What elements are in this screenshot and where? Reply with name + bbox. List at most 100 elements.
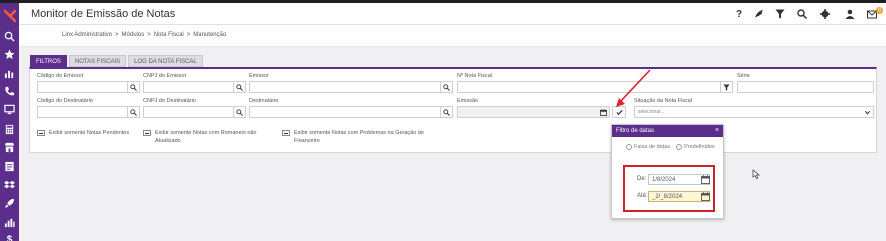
- dollar-icon[interactable]: $: [3, 232, 16, 241]
- situacao-select[interactable]: selecionar...: [634, 106, 874, 118]
- dropbox-icon[interactable]: [3, 179, 16, 192]
- search-icon[interactable]: [3, 30, 16, 43]
- search-icon: [130, 108, 137, 116]
- tab-bar: FILTROS NOTAS FISCAIS LOG DA NOTA FISCAL: [30, 55, 203, 67]
- emissao-input[interactable]: [457, 106, 610, 118]
- checkbox[interactable]: [282, 130, 290, 136]
- radio-label: Faixa de datas: [634, 144, 671, 150]
- codigo-destinatario-input[interactable]: [37, 106, 140, 118]
- filter-icon: [723, 83, 730, 91]
- star-icon[interactable]: [3, 48, 16, 61]
- mouse-cursor-icon: [752, 169, 760, 179]
- label-codigo-emissor: Código do Emissor: [37, 73, 84, 79]
- linx-logo-icon[interactable]: [3, 9, 17, 23]
- breadcrumb-item[interactable]: Nota Fiscal: [154, 32, 184, 38]
- search-icon: [130, 83, 137, 91]
- label-emissao: Emissão: [457, 98, 479, 104]
- calculator-icon[interactable]: [3, 123, 16, 136]
- label-destinatario: Destinatário: [249, 98, 279, 104]
- calendar-button[interactable]: [597, 107, 609, 117]
- radio-button[interactable]: [676, 144, 683, 150]
- breadcrumb-separator: >: [147, 32, 151, 38]
- check-problemas-financeiro[interactable]: Exibir somente Notas com Problemas na Ge…: [282, 129, 432, 145]
- serie-input[interactable]: [737, 81, 874, 93]
- search-button[interactable]: [233, 82, 245, 92]
- chevron-down-icon[interactable]: [861, 107, 873, 117]
- radio-button[interactable]: [626, 144, 632, 150]
- situacao-placeholder: selecionar...: [638, 109, 665, 115]
- date-filter-popup: Filtro de datas × Faixa de datas Predefi…: [611, 124, 724, 219]
- help-icon[interactable]: ?: [733, 8, 745, 20]
- check-label: Exibir somente Notas Pendentes: [49, 130, 130, 136]
- search-button[interactable]: [440, 107, 452, 117]
- calendar-icon: [599, 108, 607, 116]
- store-icon[interactable]: [3, 141, 16, 154]
- page-title: Monitor de Emissão de Notas: [31, 8, 176, 20]
- breadcrumb-bar: Linx Administrativo > Módulos > Nota Fis…: [19, 25, 886, 47]
- bar-chart-icon[interactable]: [3, 216, 16, 229]
- cnpj-destinatario-input[interactable]: [143, 106, 246, 118]
- codigo-emissor-input[interactable]: [37, 81, 140, 93]
- search-icon: [443, 83, 450, 91]
- rocket-icon[interactable]: [3, 197, 16, 210]
- popup-title: Filtro de datas: [616, 128, 655, 134]
- date-mode-radios: Faixa de datas Predefinidos: [626, 144, 715, 150]
- tab-filtros[interactable]: FILTROS: [30, 55, 67, 67]
- document-icon[interactable]: [3, 160, 16, 173]
- notification-badge: 0: [876, 7, 883, 14]
- breadcrumb-item[interactable]: Módulos: [122, 32, 145, 38]
- radio-predefinidos[interactable]: Predefinidos: [676, 144, 715, 150]
- emissor-input[interactable]: [249, 81, 453, 93]
- app-window: $ Monitor de Emissão de Notas ? 0 Linx A…: [0, 0, 886, 241]
- radio-label: Predefinidos: [684, 144, 715, 150]
- checkbox[interactable]: [37, 130, 45, 136]
- breadcrumb-separator: >: [186, 32, 191, 38]
- svg-text:$: $: [7, 235, 13, 241]
- to-label: Até:: [637, 193, 648, 199]
- label-numero-nf: Nº Nota Fiscal: [457, 73, 493, 79]
- gear-icon[interactable]: [819, 8, 831, 20]
- breadcrumb: Linx Administrativo > Módulos > Nota Fis…: [62, 32, 226, 38]
- search-button[interactable]: [127, 82, 139, 92]
- radio-faixa-datas[interactable]: Faixa de datas: [626, 144, 670, 150]
- filter-icon[interactable]: [774, 8, 786, 20]
- popup-header: Filtro de datas ×: [612, 125, 723, 137]
- highlight-box: [623, 165, 715, 212]
- label-emissor: Emissor: [249, 73, 269, 79]
- breadcrumb-item: Manutenção: [193, 32, 227, 38]
- sidebar: $: [0, 3, 19, 241]
- breadcrumb-item[interactable]: Linx Administrativo: [62, 32, 112, 38]
- search-button[interactable]: [440, 82, 452, 92]
- check-icon: [615, 109, 623, 115]
- search-icon: [236, 83, 243, 91]
- monitor-icon[interactable]: [3, 103, 16, 116]
- calendar-icon[interactable]: [701, 175, 710, 184]
- label-serie: Série: [737, 73, 750, 79]
- search-button[interactable]: [127, 107, 139, 117]
- checkbox[interactable]: [143, 130, 151, 136]
- label-codigo-destinatario: Código do Destinatário: [37, 98, 93, 104]
- check-notas-pendentes[interactable]: Exibir somente Notas Pendentes: [37, 129, 129, 137]
- filter-button[interactable]: [720, 82, 732, 92]
- search-button[interactable]: [233, 107, 245, 117]
- calendar-icon[interactable]: [701, 192, 710, 201]
- filter-panel: Código do Emissor CNPJ do Emissor Emisso…: [29, 67, 877, 153]
- wing-icon[interactable]: [753, 8, 765, 20]
- search-icon: [236, 108, 243, 116]
- label-cnpj-destinatario: CNPJ do Destinatário: [143, 98, 196, 104]
- search-icon: [443, 108, 450, 116]
- breadcrumb-separator: >: [115, 32, 119, 38]
- search-icon[interactable]: [796, 8, 808, 20]
- cnpj-emissor-input[interactable]: [143, 81, 246, 93]
- tab-log-nota-fiscal[interactable]: LOG DA NOTA FISCAL: [128, 55, 203, 67]
- close-icon[interactable]: ×: [715, 125, 719, 137]
- check-romaneio-nao-atualizado[interactable]: Exibir somente Notas com Romaneio não At…: [143, 129, 265, 145]
- destinatario-input[interactable]: [249, 106, 453, 118]
- apply-date-filter-button[interactable]: [612, 106, 626, 118]
- numero-nf-input[interactable]: [457, 81, 733, 93]
- phone-icon[interactable]: [3, 85, 16, 98]
- tab-notas-fiscais[interactable]: NOTAS FISCAIS: [68, 55, 127, 67]
- check-label: Exibir somente Notas com Romaneio não At…: [155, 130, 257, 144]
- chart-icon[interactable]: [3, 67, 16, 80]
- user-icon[interactable]: [844, 8, 856, 20]
